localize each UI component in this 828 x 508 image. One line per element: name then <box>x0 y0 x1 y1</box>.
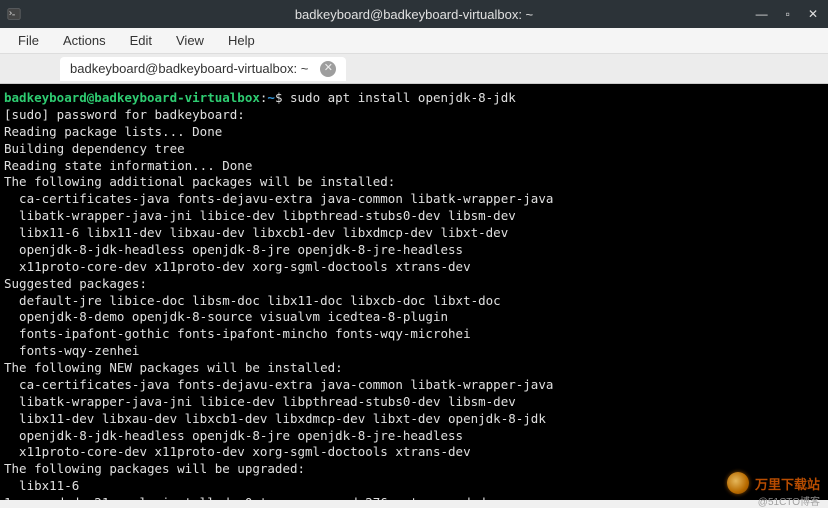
window-controls: — ▫ ✕ <box>752 5 822 23</box>
tab-close-icon[interactable]: ✕ <box>320 61 336 77</box>
terminal-line: The following packages will be upgraded: <box>4 461 305 476</box>
terminal-line: openjdk-8-demo openjdk-8-source visualvm… <box>4 309 448 324</box>
close-button[interactable]: ✕ <box>804 5 822 23</box>
prompt-user-host: badkeyboard@badkeyboard-virtualbox <box>4 90 260 105</box>
menu-edit[interactable]: Edit <box>120 30 162 51</box>
terminal-line: x11proto-core-dev x11proto-dev xorg-sgml… <box>4 444 471 459</box>
maximize-button[interactable]: ▫ <box>782 5 794 23</box>
window-titlebar: badkeyboard@badkeyboard-virtualbox: ~ — … <box>0 0 828 28</box>
terminal-line: libatk-wrapper-java-jni libice-dev libpt… <box>4 208 516 223</box>
terminal-line: libatk-wrapper-java-jni libice-dev libpt… <box>4 394 516 409</box>
terminal-line: The following NEW packages will be insta… <box>4 360 343 375</box>
terminal-line: [sudo] password for badkeyboard: <box>4 107 245 122</box>
menubar: File Actions Edit View Help <box>0 28 828 54</box>
minimize-button[interactable]: — <box>752 5 772 23</box>
terminal-line: Suggested packages: <box>4 276 147 291</box>
terminal-line: libx11-6 <box>4 478 79 493</box>
terminal-line: openjdk-8-jdk-headless openjdk-8-jre ope… <box>4 242 463 257</box>
terminal-line: fonts-wqy-zenhei <box>4 343 139 358</box>
terminal-line: ca-certificates-java fonts-dejavu-extra … <box>4 377 553 392</box>
watermark-text: 万里下载站 <box>755 474 820 493</box>
watermark-subtext: @51CTO博客 <box>758 493 820 508</box>
terminal-output[interactable]: badkeyboard@badkeyboard-virtualbox:~$ su… <box>0 84 828 500</box>
terminal-tab[interactable]: badkeyboard@badkeyboard-virtualbox: ~ ✕ <box>60 57 346 81</box>
menu-help[interactable]: Help <box>218 30 265 51</box>
menu-actions[interactable]: Actions <box>53 30 116 51</box>
terminal-line: fonts-ipafont-gothic fonts-ipafont-minch… <box>4 326 471 341</box>
prompt-path: ~ <box>267 90 275 105</box>
terminal-app-icon <box>6 6 22 22</box>
terminal-line: Reading state information... Done <box>4 158 252 173</box>
terminal-line: libx11-6 libx11-dev libxau-dev libxcb1-d… <box>4 225 508 240</box>
terminal-line: 1 upgraded, 21 newly installed, 0 to rem… <box>4 495 493 500</box>
window-title: badkeyboard@badkeyboard-virtualbox: ~ <box>295 7 533 22</box>
menu-view[interactable]: View <box>166 30 214 51</box>
terminal-line: openjdk-8-jdk-headless openjdk-8-jre ope… <box>4 428 463 443</box>
terminal-line: The following additional packages will b… <box>4 174 395 189</box>
prompt-command: sudo apt install openjdk-8-jdk <box>282 90 515 105</box>
terminal-line: libx11-dev libxau-dev libxcb1-dev libxdm… <box>4 411 546 426</box>
tab-title: badkeyboard@badkeyboard-virtualbox: ~ <box>70 61 308 76</box>
terminal-line: default-jre libice-doc libsm-doc libx11-… <box>4 293 501 308</box>
terminal-line: Building dependency tree <box>4 141 185 156</box>
watermark-icon <box>727 472 749 494</box>
terminal-line: x11proto-core-dev x11proto-dev xorg-sgml… <box>4 259 471 274</box>
terminal-line: ca-certificates-java fonts-dejavu-extra … <box>4 191 553 206</box>
watermark: 万里下载站 @51CTO博客 <box>727 472 820 494</box>
menu-file[interactable]: File <box>8 30 49 51</box>
terminal-line: Reading package lists... Done <box>4 124 222 139</box>
tabbar: badkeyboard@badkeyboard-virtualbox: ~ ✕ <box>0 54 828 84</box>
